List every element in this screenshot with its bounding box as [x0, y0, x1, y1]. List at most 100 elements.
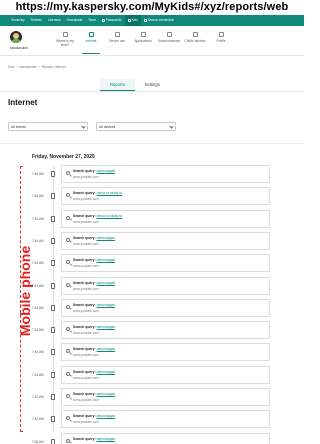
search-query-label: Search query: — [73, 325, 96, 330]
subtab-profile[interactable]: Profile — [208, 30, 234, 54]
topnav-item-passwords[interactable]: Passwords — [99, 15, 125, 26]
subtab-social-networks[interactable]: Social networks — [156, 30, 182, 54]
search-entry-card: Search query: music to study to www.youtu… — [61, 209, 270, 228]
search-query-link[interactable]: music to study to — [97, 191, 122, 195]
entry-time: 7:44 AM — [32, 238, 44, 243]
search-query-link[interactable]: astrozapgas — [97, 392, 115, 396]
list-item: 7:43 AM Search query: astrozapgas www.yout… — [0, 342, 304, 362]
subtab-applications[interactable]: Applications — [130, 30, 156, 54]
entry-site: www.youtube.com — [73, 197, 99, 202]
search-query-link[interactable]: astrozapgas — [97, 370, 115, 374]
search-query-link[interactable]: astrozapgas — [97, 325, 115, 329]
topnav-item-devices[interactable]: Devices — [28, 15, 45, 26]
phone-icon — [51, 193, 55, 200]
subtab-child-s-devices[interactable]: Child's devices — [182, 30, 208, 54]
search-query-label: Search query: — [73, 302, 96, 307]
phone-icon — [51, 438, 55, 444]
tab-reports[interactable]: Reports — [100, 79, 135, 91]
tab-settings[interactable]: Settings — [135, 79, 170, 91]
entry-time: 7:44 AM — [32, 261, 44, 266]
search-entry-card: Search query: astrozapgaswww.youtube.com — [61, 343, 270, 362]
search-query-link[interactable]: astrozapgas — [97, 258, 115, 262]
list-item: 7:43 AM Search query: astrozapgas www.yout… — [0, 320, 304, 340]
subtab-label: Internet — [85, 39, 97, 43]
nav-icon — [143, 18, 147, 22]
search-entry-card: Search query: astrozapgas www.youtube.com — [61, 321, 270, 340]
topnav-item-secure-connection[interactable]: Secure connection — [141, 15, 177, 26]
topnav-item-summary[interactable]: Summary — [8, 15, 28, 26]
search-query-line: Search query: astrozapgas — [73, 437, 115, 441]
devices-filter-select[interactable]: All devices — [96, 122, 176, 131]
search-icon — [66, 327, 70, 332]
child-profile[interactable]: kasukasukid — [10, 31, 28, 50]
topnav-item-downloads[interactable]: Downloads — [64, 15, 86, 26]
search-icon — [66, 171, 70, 175]
breadcrumb-child[interactable]: kasukasukid — [19, 65, 37, 69]
search-query-link[interactable]: astrozapgas — [97, 414, 115, 418]
entry-site: www.youtube.com — [73, 420, 99, 425]
search-query-link[interactable]: astrozapgas — [97, 281, 115, 285]
subtab-icon — [114, 32, 120, 37]
search-query-line: Search query: astrozapgas — [73, 414, 115, 418]
search-query-link[interactable]: astrozapgas — [97, 303, 115, 307]
search-query-line: Search query: music to study to — [73, 191, 122, 195]
page-title: Internet — [8, 98, 38, 107]
subtab-label: Profile — [216, 39, 226, 43]
subtab-label: Where is my child? — [56, 39, 74, 47]
kids-section-tabs: Where is my child? Internet Device use Appl… — [52, 30, 234, 54]
search-query-link[interactable]: astrozapgas — [97, 169, 115, 173]
search-entry-card: Search query: astrozapgas www.youtube.com — [61, 410, 270, 429]
search-query-link[interactable]: astrozapgas — [97, 347, 115, 351]
entry-time: 7:44 AM — [32, 283, 44, 288]
subtab-internet[interactable]: Internet — [78, 30, 104, 54]
phone-icon — [51, 260, 55, 267]
search-query-link[interactable]: astrozapgas — [97, 236, 115, 240]
topnav-item-label: Downloads — [66, 18, 83, 22]
search-query-label: Search query: — [73, 414, 96, 419]
entry-site: www.youtube.com — [73, 375, 99, 380]
topnav-item-licenses[interactable]: Licenses — [45, 15, 64, 26]
topnav-item-kids[interactable]: Kids — [124, 15, 141, 26]
topnav-item-store[interactable]: Store — [85, 15, 99, 26]
date-heading: Friday, November 27, 2020 — [32, 154, 95, 160]
search-query-line: Search query: astrozapgas — [73, 281, 115, 285]
search-icon — [66, 215, 70, 220]
search-query-label: Search query: — [73, 436, 96, 441]
subtab-device-use[interactable]: Device use — [104, 30, 130, 54]
entry-time: 7:42 AM — [32, 395, 44, 399]
topnav-item-label: Store — [88, 18, 96, 22]
subtab-icon — [140, 32, 146, 37]
entry-time: 7:06 AM — [32, 439, 44, 444]
list-item: 7:06 AM Search query: astrozapgaswww.yout… — [0, 432, 304, 444]
tabs-divider — [0, 91, 304, 92]
chevron-down-icon — [169, 124, 174, 129]
list-item: 7:44 AM Search query: astrozapgas www.yout… — [0, 276, 304, 296]
search-query-line: Search query: astrozapgas — [73, 370, 115, 374]
entry-time: 7:44 AM — [32, 305, 44, 310]
search-query-link[interactable]: music to study to — [97, 214, 122, 218]
search-icon — [66, 371, 70, 376]
breadcrumb-current: Reports: Internet — [41, 65, 66, 69]
search-query-line: Search query: astrozapgas — [73, 169, 115, 173]
subtab-where-is-my-child[interactable]: Where is my child? — [52, 30, 78, 54]
child-avatar — [10, 31, 22, 43]
entry-time: 7:42 AM — [32, 417, 44, 422]
search-entry-card: Search query: astrozapgas www.youtube.com — [61, 165, 270, 183]
events-filter-select[interactable]: All events — [8, 122, 88, 131]
search-entry-card: Search query: astrozapgaswww.youtube.com — [61, 432, 270, 444]
list-item: 7:44 AM Search query: astrozapgas www.yout… — [0, 298, 304, 318]
search-icon — [66, 282, 70, 287]
subtab-icon — [218, 32, 224, 37]
nav-icon — [101, 18, 105, 22]
phone-icon — [51, 349, 55, 356]
search-query-label: Search query: — [73, 258, 96, 263]
search-query-label: Search query: — [73, 347, 96, 352]
chevron-down-icon — [81, 124, 86, 129]
entry-site: www.youtube.com — [73, 331, 99, 336]
entry-site: www.youtube.com — [73, 175, 99, 179]
search-icon — [66, 304, 70, 309]
search-icon — [66, 260, 70, 265]
search-query-label: Search query: — [73, 169, 96, 173]
list-item: 7:43 AM Search query: astrozapgas www.yout… — [0, 365, 304, 385]
search-query-link[interactable]: astrozapgas — [97, 437, 115, 441]
